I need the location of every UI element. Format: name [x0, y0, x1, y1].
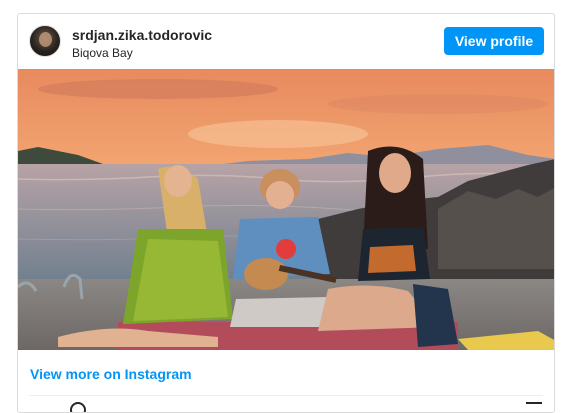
location[interactable]: Biqova Bay [72, 46, 133, 60]
bookmark-icon[interactable] [526, 402, 542, 408]
view-profile-button[interactable]: View profile [444, 27, 544, 55]
instagram-embed-card: srdjan.zika.todorovic Biqova Bay View pr… [17, 13, 555, 413]
username[interactable]: srdjan.zika.todorovic [72, 27, 212, 43]
avatar[interactable] [29, 25, 61, 57]
post-header: srdjan.zika.todorovic Biqova Bay View pr… [18, 14, 554, 69]
divider [29, 395, 543, 396]
post-photo[interactable] [18, 69, 554, 350]
photo-illustration [18, 69, 554, 350]
view-more-link[interactable]: View more on Instagram [30, 366, 192, 382]
